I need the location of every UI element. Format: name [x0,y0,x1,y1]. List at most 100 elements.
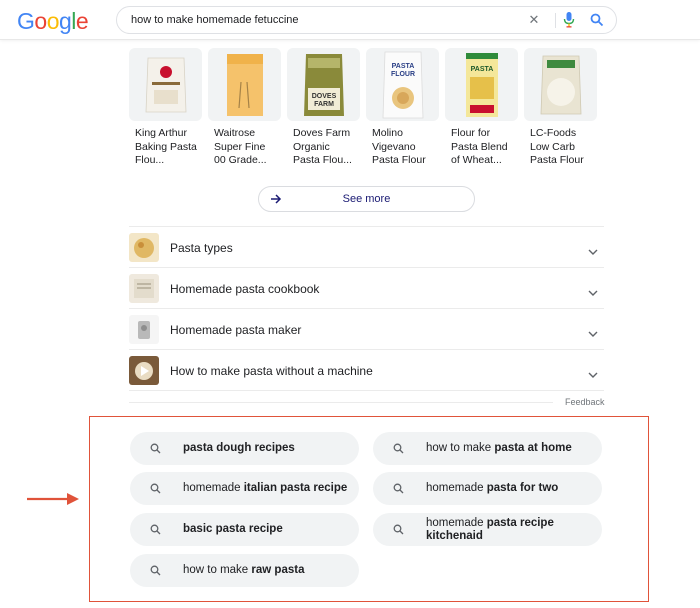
search-icon [150,443,161,454]
search-icon [393,483,404,494]
flour-pouch-image [540,55,581,115]
product-thumbnail: DOVES FARM [287,48,360,121]
related-search-text-bold: italian pasta recipe [243,482,348,494]
product-card[interactable]: Waitrose Super Fine 00 Grade... [208,48,281,173]
product-name-line: Flour for [451,127,491,139]
search-divider [555,13,556,28]
related-search-chip[interactable]: homemade pasta recipe kitchenaid [373,513,602,546]
product-name-line: Vigevano [372,140,416,153]
product-name: LC-Foods Low Carb Pasta Flour [524,127,597,168]
product-thumbnail [129,48,202,121]
product-name-line: Molino [372,127,403,139]
header: Google ✕ [0,0,700,40]
related-search-chip[interactable]: basic pasta recipe [130,513,359,546]
related-search-chip[interactable]: pasta dough recipes [130,432,359,465]
product-thumbnail: PASTA [445,48,518,121]
product-name: Doves Farm Organic Pasta Flou... [287,127,360,168]
product-name-line: Pasta Flour [372,154,426,166]
logo-letter: o [46,8,60,34]
product-name-line: Baking Pasta [135,140,197,153]
topic-label: Homemade pasta maker [170,323,302,337]
topic-label: Homemade pasta cookbook [170,282,320,296]
related-search-chip[interactable]: how to make pasta at home [373,432,602,465]
logo-letter: g [58,8,72,34]
flour-pack-image: PASTA [465,53,498,117]
related-search-text: how to make pasta at home [426,442,572,455]
related-search-text-plain: homemade [426,517,487,529]
product-thumbnail [524,48,597,121]
chevron-down-icon[interactable] [588,243,598,255]
package-text: DOVES [311,93,336,100]
chevron-down-icon[interactable] [588,366,598,378]
topic-item[interactable]: Pasta types [129,227,604,268]
google-logo[interactable]: Google [17,8,89,35]
product-name-line: Low Carb [530,140,575,153]
product-thumbnail [208,48,281,121]
product-card[interactable]: DOVES FARM Doves Farm Organic Pasta Flou… [287,48,360,173]
topic-thumbnail [129,315,159,344]
topic-thumbnail [129,233,159,262]
related-search-text-plain: homemade [183,482,244,494]
related-search-text: how to make raw pasta [183,564,304,577]
chevron-down-icon[interactable] [588,284,598,296]
product-card[interactable]: LC-Foods Low Carb Pasta Flour [524,48,597,173]
related-search-text-plain: homemade [426,482,487,494]
search-icon [393,443,404,454]
product-name-line: Pasta Flou... [293,154,352,166]
product-name: Waitrose Super Fine 00 Grade... [208,127,281,168]
product-name-line: LC-Foods [530,127,577,139]
microphone-icon[interactable] [561,11,577,29]
package-text: PASTA [391,63,414,70]
search-icon[interactable] [589,12,605,28]
topic-item[interactable]: Homemade pasta cookbook [129,268,604,309]
see-more-button[interactable]: See more [258,186,475,212]
search-icon [150,565,161,576]
topic-item[interactable]: How to make pasta without a machine [129,350,604,391]
related-search-text-bold: pasta dough recipes [183,442,295,454]
related-search-text: pasta dough recipes [183,442,295,455]
related-search-text: homemade pasta recipe kitchenaid [426,517,596,543]
product-name-line: Organic [293,140,330,153]
topic-item[interactable]: Homemade pasta maker [129,309,604,350]
search-icon [150,483,161,494]
product-name: Flour for Pasta Blend of Wheat... [445,127,518,168]
product-name-line: Pasta Blend [451,140,508,153]
product-card[interactable]: King Arthur Baking Pasta Flou... [129,48,202,173]
product-name-line: Doves Farm [293,127,351,139]
search-input[interactable] [131,11,511,29]
product-name-line: King Arthur [135,127,187,139]
flour-pack-image [226,54,263,116]
search-box[interactable]: ✕ [116,6,617,34]
product-name: Molino Vigevano Pasta Flour [366,127,439,168]
package-text: FLOUR [390,71,414,78]
product-name-line: Flou... [135,154,165,166]
product-card[interactable]: PASTA FLOUR Molino Vigevano Pasta Flour [366,48,439,173]
related-search-text: homemade italian pasta recipe [183,482,347,495]
product-name: King Arthur Baking Pasta Flou... [129,127,202,168]
logo-letter: e [75,8,89,34]
product-card[interactable]: PASTA Flour for Pasta Blend of Wheat... [445,48,518,173]
topic-thumbnail [129,356,159,385]
related-search-text: basic pasta recipe [183,523,283,536]
package-text: FARM [314,101,334,108]
product-carousel: King Arthur Baking Pasta Flou... Waitros… [129,48,609,173]
product-name-line: Super Fine [214,140,266,153]
flour-bag-image: DOVES FARM [303,54,344,116]
topic-label: Pasta types [170,241,233,255]
search-icon [150,524,161,535]
package-text: PASTA [470,66,493,73]
related-search-chip[interactable]: homemade pasta for two [373,472,602,505]
related-search-text: homemade pasta for two [426,482,558,495]
product-name-line: of Wheat... [451,154,502,166]
topic-label: How to make pasta without a machine [170,364,373,378]
chevron-down-icon[interactable] [588,325,598,337]
clear-icon[interactable]: ✕ [527,13,541,27]
feedback-link[interactable]: Feedback [565,397,605,407]
divider [129,402,553,403]
product-thumbnail: PASTA FLOUR [366,48,439,121]
related-search-chip[interactable]: homemade italian pasta recipe [130,472,359,505]
related-search-text-bold: pasta for two [486,482,559,494]
related-search-chip[interactable]: how to make raw pasta [130,554,359,587]
topic-thumbnail [129,274,159,303]
related-search-text-bold: basic pasta recipe [183,523,283,535]
